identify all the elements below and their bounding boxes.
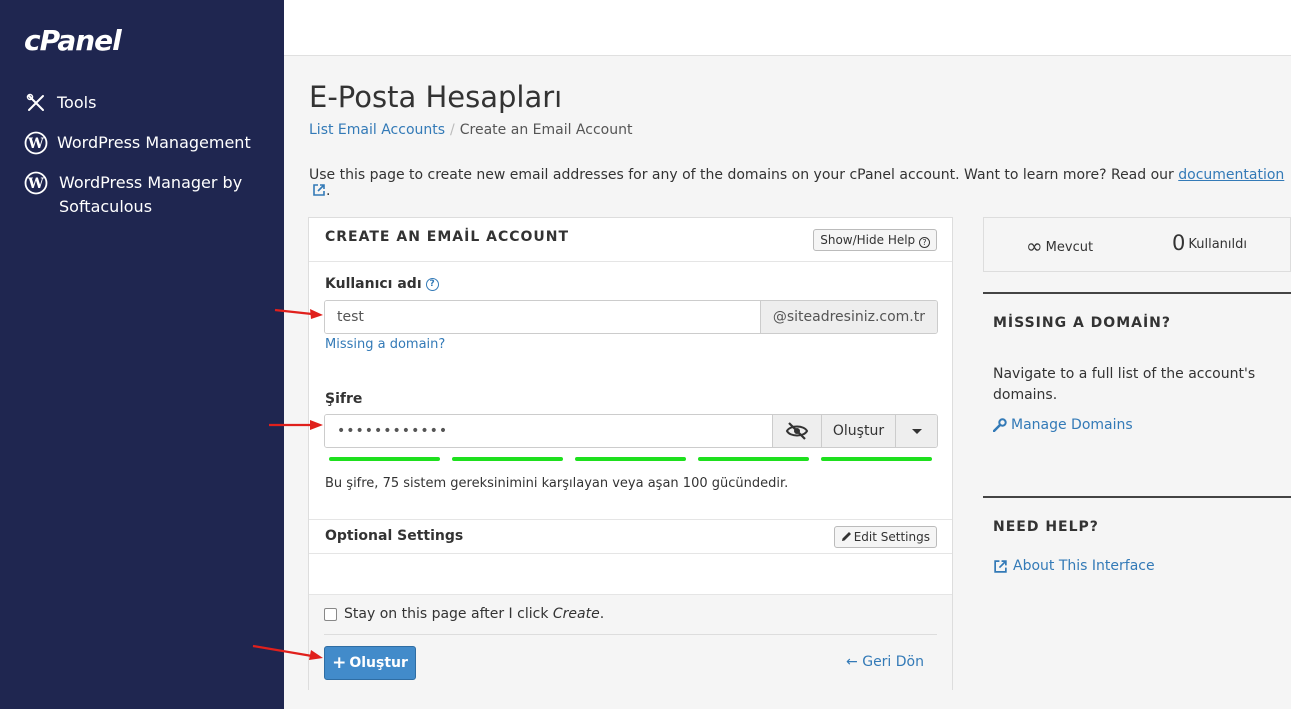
password-input-group: •••••••••••• Oluştur: [324, 414, 938, 448]
username-input[interactable]: test: [325, 301, 760, 333]
strength-segment: [575, 457, 686, 461]
available-value: ∞: [1026, 234, 1043, 258]
pencil-icon: [841, 532, 851, 541]
svg-text:W: W: [27, 136, 44, 152]
missing-domain-link[interactable]: Missing a domain?: [325, 337, 445, 352]
account-stats: ∞ Mevcut 0 Kullanıldı: [983, 217, 1291, 272]
wordpress-icon: W: [24, 131, 48, 155]
caret-down-icon: [911, 428, 922, 434]
annotation-arrow-username: [274, 308, 323, 319]
username-label: Kullanıcı adı?: [325, 276, 439, 292]
missing-domain-title: MİSSING A DOMAİN?: [993, 315, 1172, 331]
password-strength-text: Bu şifre, 75 sistem gereksinimini karşıl…: [325, 476, 789, 491]
sidebar-item-label: WordPress Manager by Softaculous: [59, 173, 243, 216]
annotation-arrow-password: [269, 420, 323, 430]
stay-on-page-option: Stay on this page after I click Create.: [324, 606, 604, 622]
external-link-icon: [313, 184, 325, 196]
sidebar-item-wordpress-manager[interactable]: W WordPress Manager by Softaculous: [24, 171, 259, 219]
top-bar: [284, 0, 1291, 56]
sidebar-item-tools[interactable]: Tools: [24, 91, 96, 115]
plus-icon: +: [332, 652, 347, 673]
tools-icon: [24, 91, 48, 115]
manage-domains-link[interactable]: Manage Domains: [993, 417, 1133, 433]
username-input-group: test @siteadresiniz.com.tr: [324, 300, 938, 334]
strength-segment: [329, 457, 440, 461]
missing-domain-section: MİSSING A DOMAİN? Navigate to a full lis…: [983, 292, 1291, 497]
show-hide-help-button[interactable]: Show/Hide Help ?: [813, 229, 937, 251]
intro-text-body: Use this page to create new email addres…: [309, 167, 1174, 183]
strength-segment: [452, 457, 563, 461]
page-title: E-Posta Hesapları: [309, 80, 563, 114]
generate-password-button[interactable]: Oluştur: [821, 415, 895, 447]
breadcrumb-current: Create an Email Account: [459, 122, 633, 138]
password-strength-meter: [329, 457, 932, 461]
available-stat: ∞ Mevcut: [1026, 234, 1094, 258]
breadcrumb-list-email-accounts[interactable]: List Email Accounts: [309, 122, 445, 138]
used-stat: 0 Kullanıldı: [1172, 231, 1248, 255]
edit-settings-button[interactable]: Edit Settings: [833, 526, 937, 548]
breadcrumb: List Email Accounts / Create an Email Acco…: [309, 122, 632, 138]
optional-settings-header: Optional Settings Edit Settings: [309, 519, 952, 554]
panel-header: CREATE AN EMAİL ACCOUNT Show/Hide Help ?: [309, 218, 952, 262]
cpanel-logo[interactable]: cPanel: [24, 24, 122, 57]
wrench-icon: [993, 418, 1007, 432]
intro-text-end: .: [326, 183, 331, 199]
sidebar-item-label: Tools: [57, 93, 97, 112]
arrow-left-icon: ←: [846, 654, 858, 670]
create-button[interactable]: + Oluştur: [324, 646, 416, 680]
go-back-link[interactable]: ← Geri Dön: [846, 654, 924, 670]
need-help-title: NEED HELP?: [993, 519, 1099, 535]
form-footer: Stay on this page after I click Create. …: [309, 594, 952, 690]
generate-options-dropdown[interactable]: [895, 415, 937, 447]
panel-title: CREATE AN EMAİL ACCOUNT: [325, 229, 570, 245]
password-label: Şifre: [325, 391, 363, 407]
password-input[interactable]: ••••••••••••: [325, 415, 772, 447]
sidebar: cPanel Tools W WordPress Management W Wo…: [0, 0, 284, 709]
used-value: 0: [1172, 231, 1186, 255]
optional-settings-title: Optional Settings: [325, 528, 464, 544]
stay-on-page-checkbox[interactable]: [324, 607, 337, 621]
sidebar-item-wordpress-management[interactable]: W WordPress Management: [24, 131, 251, 155]
strength-segment: [821, 457, 932, 461]
divider: [324, 634, 937, 635]
toggle-password-visibility-button[interactable]: [772, 415, 821, 447]
need-help-section: NEED HELP? About This Interface: [983, 496, 1291, 596]
svg-text:W: W: [27, 176, 44, 192]
wordpress-icon: W: [24, 171, 48, 195]
missing-domain-description: Navigate to a full list of the account's…: [993, 366, 1256, 403]
about-interface-link[interactable]: About This Interface: [993, 558, 1155, 574]
domain-addon: @siteadresiniz.com.tr: [759, 301, 937, 333]
breadcrumb-separator: /: [450, 122, 455, 138]
annotation-arrow-create: [252, 644, 323, 660]
stay-on-page-label: Stay on this page after I click Create.: [344, 606, 605, 622]
eye-slash-icon: [785, 422, 809, 440]
sidebar-item-label: WordPress Management: [57, 133, 251, 152]
strength-segment: [698, 457, 809, 461]
external-link-icon: [994, 559, 1007, 573]
create-email-panel: CREATE AN EMAİL ACCOUNT Show/Hide Help ?…: [308, 217, 953, 690]
intro-text: Use this page to create new email addres…: [309, 167, 1291, 199]
help-icon: ?: [919, 237, 930, 248]
help-icon[interactable]: ?: [425, 277, 439, 291]
